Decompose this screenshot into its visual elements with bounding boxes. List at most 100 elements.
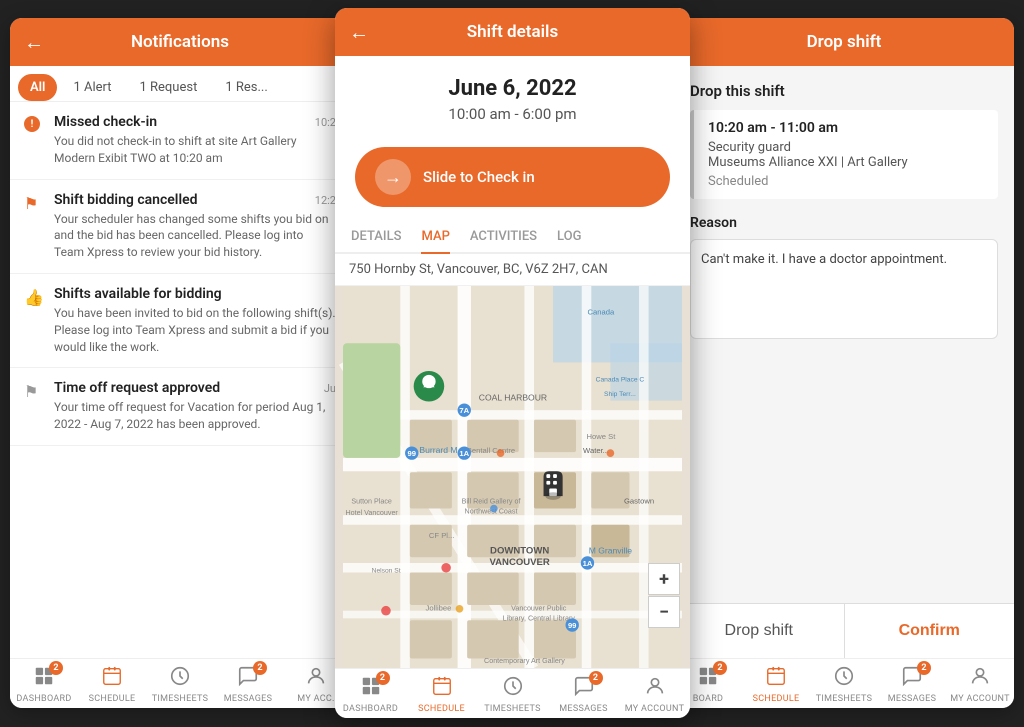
svg-text:VANCOUVER: VANCOUVER <box>490 557 550 568</box>
map-controls: + − <box>648 563 680 628</box>
notification-content: Shifts available for bidding You have be… <box>54 286 336 355</box>
notification-item-missed-checkin[interactable]: ! Missed check-in 10:2 You did not check… <box>10 102 350 180</box>
tab-log[interactable]: LOG <box>557 221 581 252</box>
messages-icon: 2 <box>901 665 923 692</box>
svg-text:Water...: Water... <box>583 446 609 455</box>
svg-text:Gastown: Gastown <box>624 497 654 506</box>
nav-timesheets[interactable]: TIMESHEETS <box>146 665 214 704</box>
shift-details-back-button[interactable]: ← <box>349 20 369 45</box>
notification-title: Shifts available for bidding <box>54 286 222 302</box>
nav-timesheets[interactable]: TIMESHEETS <box>810 665 878 704</box>
notifications-header: ← Notifications <box>10 18 350 66</box>
myaccount-icon <box>644 675 666 702</box>
drop-shift-time: 10:20 am - 11:00 am <box>708 120 984 136</box>
svg-text:COAL HARBOUR: COAL HARBOUR <box>479 393 547 403</box>
shift-details-title: Shift details <box>467 22 558 42</box>
nav-timesheets-label: TIMESHEETS <box>152 694 209 704</box>
svg-text:99: 99 <box>568 621 576 630</box>
map-zoom-out-button[interactable]: − <box>648 596 680 628</box>
notification-body: Your time off request for Vacation for p… <box>54 399 336 433</box>
drop-shift-role: Security guard <box>708 140 984 155</box>
drop-shift-button[interactable]: Drop shift <box>674 604 845 658</box>
confirm-button[interactable]: Confirm <box>845 604 1015 658</box>
schedule-icon <box>101 665 123 692</box>
nav-schedule[interactable]: SCHEDULE <box>742 665 810 704</box>
notification-content: Shift bidding cancelled 12:2 Your schedu… <box>54 192 336 261</box>
alert-icon: ! <box>24 116 44 167</box>
svg-text:7A: 7A <box>459 406 469 415</box>
nav-schedule-label: SCHEDULE <box>89 694 136 704</box>
nav-messages[interactable]: 2 MESSAGES <box>548 675 619 714</box>
shift-address: 750 Hornby St, Vancouver, BC, V6Z 2H7, C… <box>335 254 690 286</box>
notification-item-shifts-bidding[interactable]: 👍 Shifts available for bidding You have … <box>10 274 350 368</box>
myaccount-icon <box>305 665 327 692</box>
nav-myaccount-label: MY ACC. <box>297 694 334 704</box>
map-svg: COAL HARBOUR Canada Canada Place C Ship … <box>335 286 690 668</box>
shift-time-range: 10:00 am - 6:00 pm <box>351 105 674 123</box>
flag-gray-icon: ⚑ <box>24 382 44 433</box>
tab-res[interactable]: 1 Res... <box>213 74 279 101</box>
svg-text:1A: 1A <box>459 449 469 458</box>
map-zoom-in-button[interactable]: + <box>648 563 680 595</box>
notifications-title: Notifications <box>131 32 229 52</box>
nav-schedule[interactable]: SCHEDULE <box>406 675 477 714</box>
checkin-button[interactable]: → Slide to Check in <box>355 147 670 207</box>
notification-body: You have been invited to bid on the foll… <box>54 305 336 355</box>
notifications-list: ! Missed check-in 10:2 You did not check… <box>10 102 350 658</box>
notification-body: You did not check-in to shift at site Ar… <box>54 133 336 167</box>
svg-text:Howe St: Howe St <box>587 432 617 441</box>
shift-details-header: ← Shift details <box>335 8 690 56</box>
shift-details-panel: ← Shift details June 6, 2022 10:00 am - … <box>335 8 690 718</box>
dashboard-icon: 2 <box>33 665 55 692</box>
tab-all[interactable]: All <box>18 74 57 101</box>
svg-text:1A: 1A <box>583 559 593 568</box>
nav-myaccount[interactable]: MY ACCOUNT <box>946 665 1014 704</box>
nav-dashboard[interactable]: 2 DASHBOARD <box>10 665 78 704</box>
nav-myaccount-label: MY ACCOUNT <box>950 694 1010 704</box>
svg-text:Nelson St: Nelson St <box>372 568 401 575</box>
notifications-panel: ← Notifications All 1 Alert 1 Request 1 … <box>10 18 350 708</box>
nav-myaccount[interactable]: MY ACCOUNT <box>619 675 690 714</box>
svg-text:Canada Place C: Canada Place C <box>596 377 645 384</box>
reason-textarea[interactable]: Can't make it. I have a doctor appointme… <box>690 239 998 339</box>
notification-content: Time off request approved Ju Your time o… <box>54 380 336 433</box>
tab-activities[interactable]: ACTIVITIES <box>470 221 537 252</box>
notifications-bottom-nav: 2 DASHBOARD SCHEDULE TIMESHEETS 2 <box>10 658 350 708</box>
schedule-icon <box>765 665 787 692</box>
nav-timesheets-label: TIMESHEETS <box>816 694 873 704</box>
drop-shift-status: Scheduled <box>708 174 984 189</box>
nav-messages[interactable]: 2 MESSAGES <box>878 665 946 704</box>
nav-dashboard[interactable]: 2 DASHBOARD <box>335 675 406 714</box>
messages-icon: 2 <box>237 665 259 692</box>
nav-board-label: BOARD <box>693 694 724 704</box>
notifications-back-button[interactable]: ← <box>24 30 44 55</box>
drop-shift-org: Museums Alliance XXI | Art Gallery <box>708 155 984 170</box>
drop-shift-section-title: Drop this shift <box>690 82 998 100</box>
nav-schedule-label: SCHEDULE <box>753 694 800 704</box>
checkin-arrow-icon: → <box>375 159 411 195</box>
tab-map[interactable]: MAP <box>421 221 449 254</box>
svg-text:M Granville: M Granville <box>589 545 633 555</box>
drop-shift-panel: Drop shift Drop this shift 10:20 am - 11… <box>674 18 1014 708</box>
notification-item-time-off[interactable]: ⚑ Time off request approved Ju Your time… <box>10 368 350 446</box>
nav-messages-label: MESSAGES <box>224 694 272 704</box>
tab-request[interactable]: 1 Request <box>127 74 209 101</box>
notification-content: Missed check-in 10:2 You did not check-i… <box>54 114 336 167</box>
svg-text:DOWNTOWN: DOWNTOWN <box>490 545 549 556</box>
drop-shift-actions: Drop shift Confirm <box>674 603 1014 658</box>
checkin-label: Slide to Check in <box>423 168 535 186</box>
shift-date: June 6, 2022 <box>351 76 674 101</box>
notification-title: Shift bidding cancelled <box>54 192 198 208</box>
shift-details-tabs: DETAILS MAP ACTIVITIES LOG <box>335 221 690 254</box>
nav-timesheets[interactable]: TIMESHEETS <box>477 675 548 714</box>
tab-details[interactable]: DETAILS <box>351 221 401 252</box>
nav-messages[interactable]: 2 MESSAGES <box>214 665 282 704</box>
drop-shift-header: Drop shift <box>674 18 1014 66</box>
notification-item-bidding-cancelled[interactable]: ⚑ Shift bidding cancelled 12:2 Your sche… <box>10 180 350 274</box>
nav-messages-label: MESSAGES <box>559 704 607 714</box>
dashboard-icon: 2 <box>360 675 382 702</box>
nav-schedule[interactable]: SCHEDULE <box>78 665 146 704</box>
notification-body: Your scheduler has changed some shifts y… <box>54 211 336 261</box>
svg-text:Ship Terr...: Ship Terr... <box>604 391 636 398</box>
tab-alert[interactable]: 1 Alert <box>61 74 123 101</box>
